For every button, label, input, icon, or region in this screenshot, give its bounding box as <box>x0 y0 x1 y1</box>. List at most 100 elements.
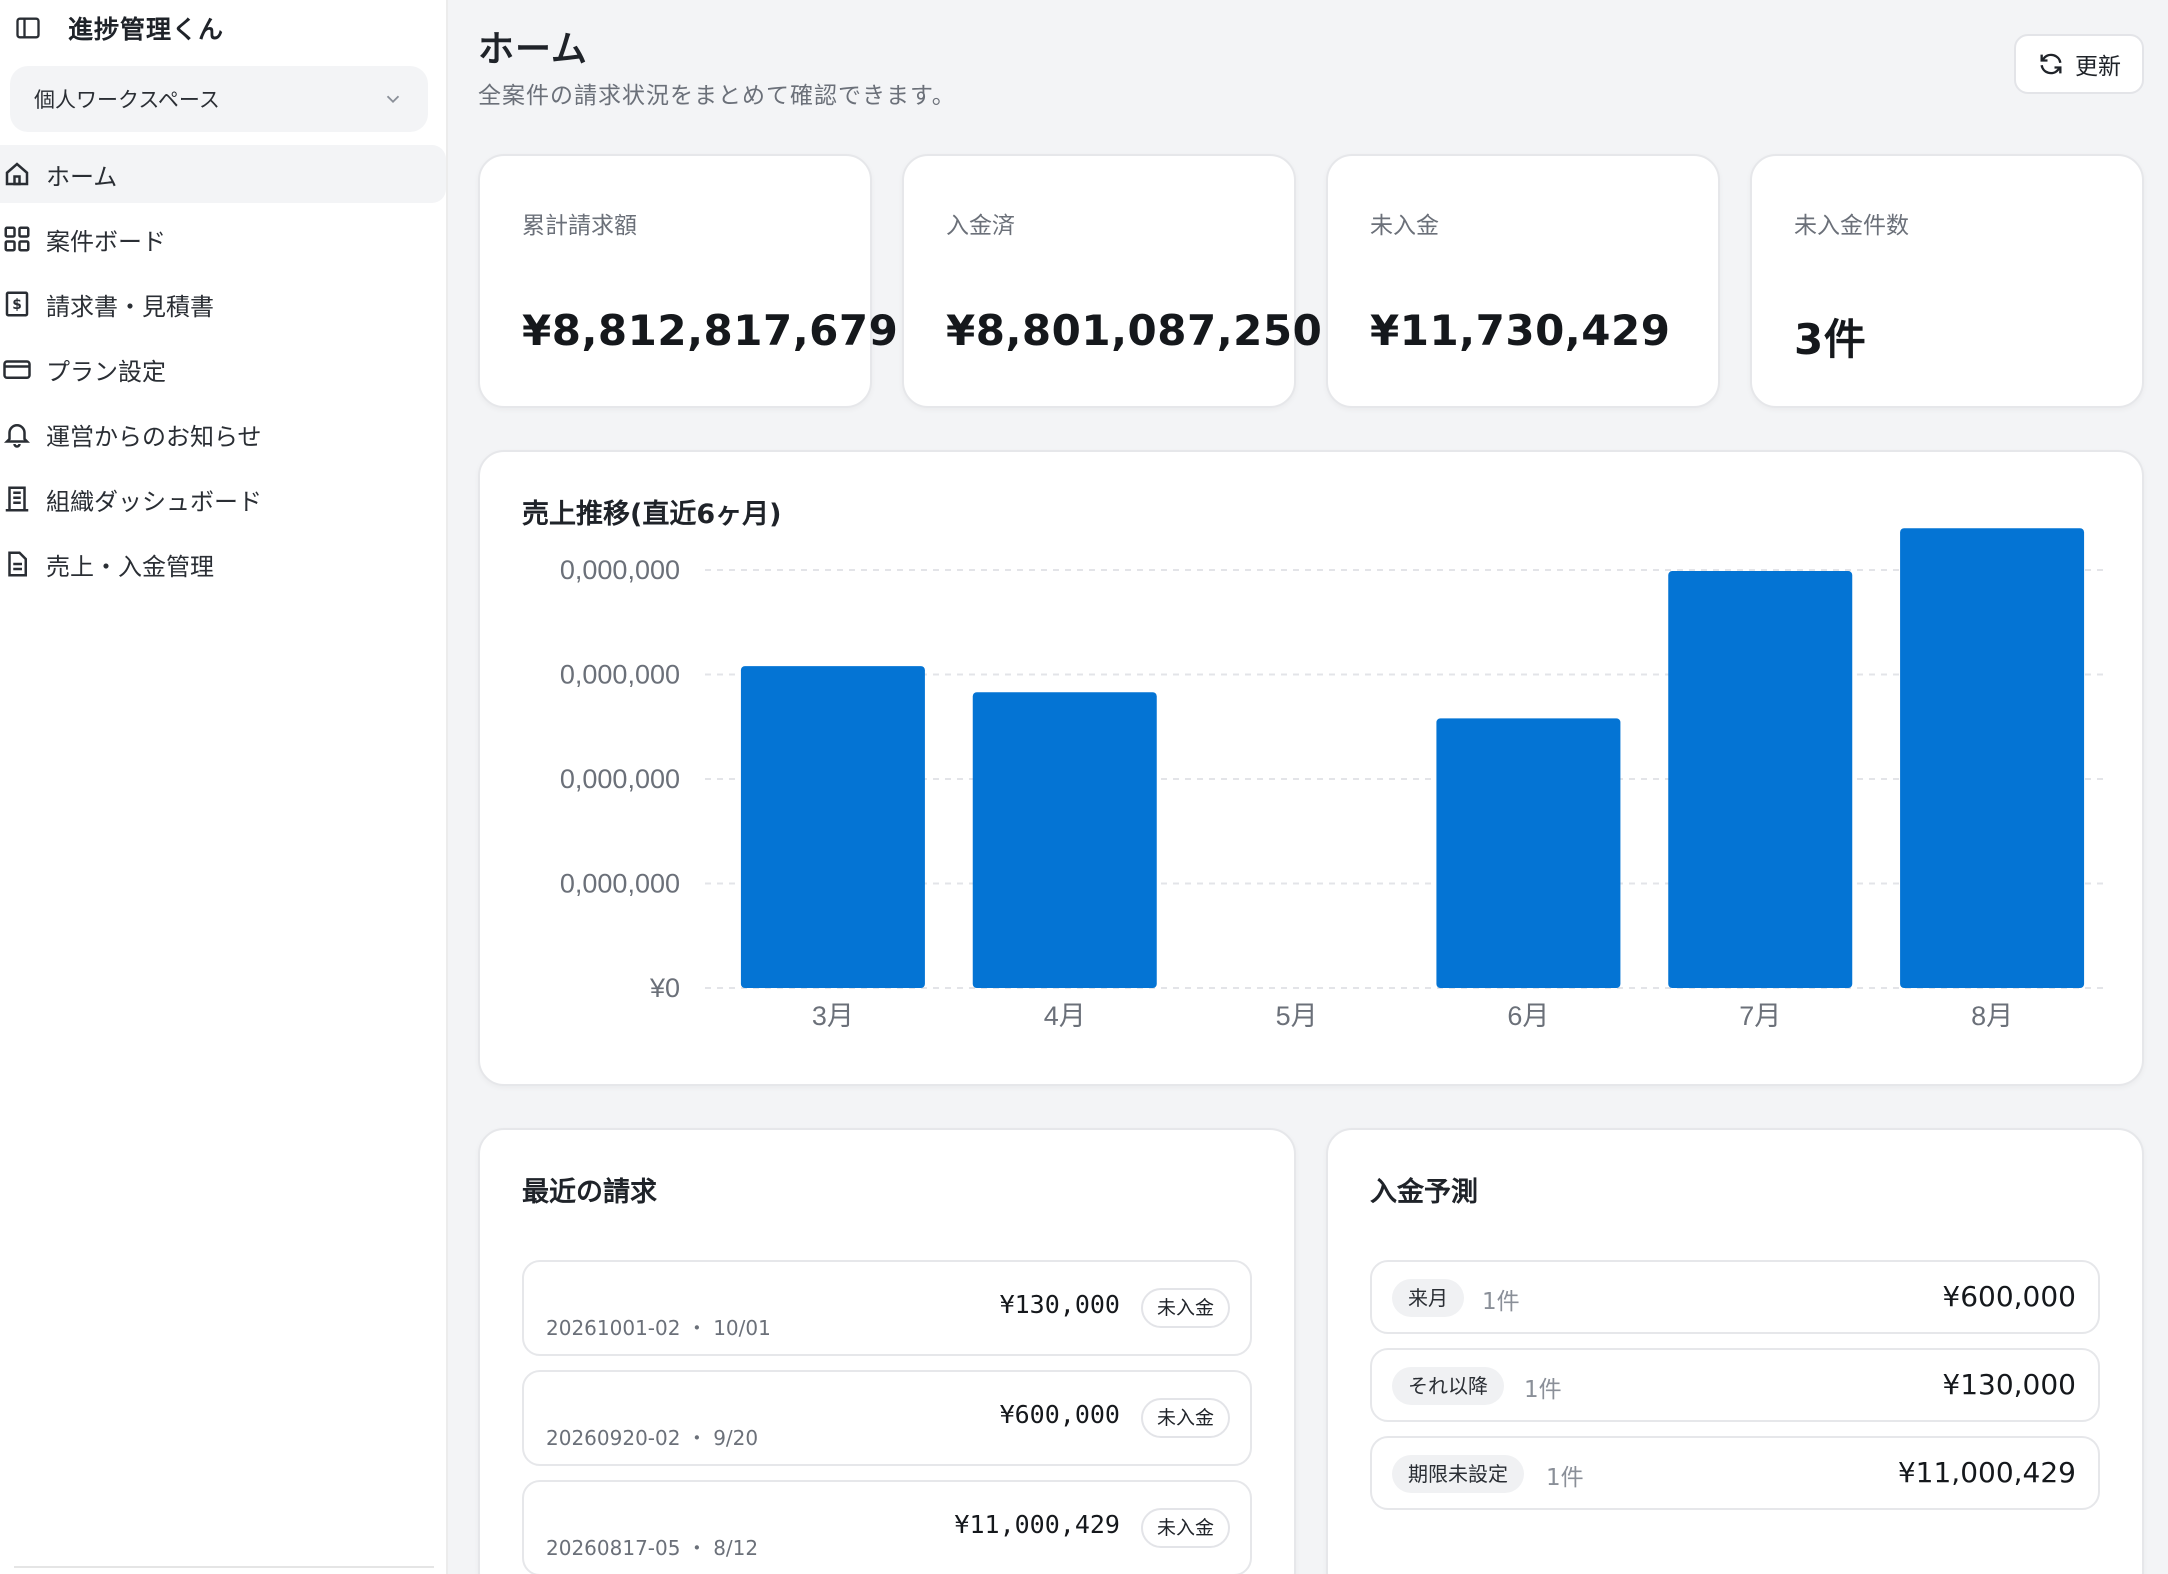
status-badge: 未入金 <box>1140 1288 1230 1328</box>
forecast-row: 来月 1件 ¥600,000 <box>1370 1260 2100 1334</box>
forecast-row: それ以降 1件 ¥130,000 <box>1370 1348 2100 1422</box>
forecast-title: 入金予測 <box>1370 1177 1478 1208</box>
refresh-button[interactable]: 更新 <box>2014 34 2144 94</box>
y-tick-label: ¥0 <box>649 973 680 1003</box>
invoice-amount: ¥11,000,429 <box>954 1510 1120 1539</box>
sidebar-toggle-icon[interactable] <box>14 14 42 42</box>
forecast-row: 期限未設定 1件 ¥11,000,429 <box>1370 1436 2100 1510</box>
stat-label: 累計請求額 <box>522 213 637 239</box>
invoice-date: 9/20 <box>713 1426 759 1450</box>
sidebar-item-label: 請求書・見積書 <box>46 292 214 321</box>
invoice-id: 20260920-02 <box>546 1426 681 1450</box>
stat-card-paid: 入金済 ¥8,801,087,250 <box>902 154 1322 408</box>
app-title: 進捗管理くん <box>68 15 225 44</box>
invoice-amount: ¥130,000 <box>999 1290 1120 1319</box>
y-tick-label: 0,000,000 <box>560 869 680 899</box>
sidebar-item-news[interactable]: 運営からのお知らせ <box>0 405 446 463</box>
page-subtitle: 全案件の請求状況をまとめて確認できます。 <box>478 83 956 109</box>
x-tick-label: 4月 <box>1044 1001 1086 1031</box>
invoice-date: 10/01 <box>713 1316 771 1340</box>
refresh-label: 更新 <box>2075 54 2121 80</box>
x-tick-label: 8月 <box>1971 1001 2013 1031</box>
sidebar: 進捗管理くん 個人ワークスペース ホーム 案件ボード $ 請求書・見積書 プラン… <box>0 0 448 1574</box>
invoice-row[interactable]: 20261001-02 ・ 10/01 ¥130,000 未入金 <box>522 1260 1252 1356</box>
sidebar-item-plan[interactable]: プラン設定 <box>0 340 446 398</box>
chart-bar[interactable] <box>740 666 925 988</box>
stat-label: 入金済 <box>946 213 1015 239</box>
x-tick-label: 3月 <box>812 1001 854 1031</box>
sidebar-item-board[interactable]: 案件ボード <box>0 210 446 268</box>
invoice-amount: ¥600,000 <box>999 1400 1120 1429</box>
building-icon <box>5 486 29 512</box>
sales-chart-card: 売上推移(直近6ヶ月) ¥0 0,000,000 0,000,000 0,000,00… <box>478 450 2144 1086</box>
page-title: ホーム <box>478 29 588 70</box>
sidebar-item-label: 組織ダッシュボード <box>46 487 262 516</box>
grid-icon <box>4 226 30 252</box>
invoice-date: 8/12 <box>713 1536 759 1560</box>
stat-card-unpaid: 未入金 ¥11,730,429 <box>1326 154 1720 408</box>
chart-bar[interactable] <box>972 692 1157 988</box>
credit-card-icon <box>3 360 31 379</box>
sidebar-item-sales[interactable]: 売上・入金管理 <box>0 535 446 593</box>
y-tick-label: 0,000,000 <box>560 660 680 690</box>
y-tick-label: 0,000,000 <box>560 555 680 585</box>
workspace-select[interactable]: 個人ワークスペース <box>10 66 428 132</box>
x-tick-label: 5月 <box>1276 1001 1318 1031</box>
stat-value: ¥8,812,817,679 <box>522 306 899 355</box>
chart-left-mask <box>480 552 524 1012</box>
payment-forecast-card: 入金予測 来月 1件 ¥600,000 それ以降 1件 ¥130,000 期限未… <box>1326 1128 2144 1574</box>
stat-label: 未入金件数 <box>1794 213 1909 239</box>
x-tick-label: 6月 <box>1507 1001 1549 1031</box>
invoice-meta: 20261001-02 ・ 10/01 <box>546 1316 771 1340</box>
forecast-count: 1件 <box>1524 1377 1562 1403</box>
forecast-count: 1件 <box>1546 1465 1584 1491</box>
sidebar-item-invoices[interactable]: $ 請求書・見積書 <box>0 275 446 333</box>
sidebar-item-org-dashboard[interactable]: 組織ダッシュボード <box>0 470 446 528</box>
sidebar-item-label: 運営からのお知らせ <box>46 422 262 451</box>
stat-card-unpaid-count: 未入金件数 3件 <box>1750 154 2144 408</box>
sales-bar-chart: ¥0 0,000,000 0,000,000 0,000,000 0,000,000 3月… <box>480 528 2106 1031</box>
y-tick-label: 0,000,000 <box>560 764 680 794</box>
stat-value: ¥11,730,429 <box>1370 306 1671 355</box>
recent-invoices-card: 最近の請求 20261001-02 ・ 10/01 ¥130,000 未入金 2… <box>478 1128 1296 1574</box>
sidebar-item-label: プラン設定 <box>46 357 166 386</box>
invoice-id: 20261001-02 <box>546 1316 681 1340</box>
forecast-period-chip: それ以降 <box>1392 1367 1504 1405</box>
status-badge: 未入金 <box>1140 1508 1230 1548</box>
invoice-row[interactable]: 20260920-02 ・ 9/20 ¥600,000 未入金 <box>522 1370 1252 1466</box>
stat-label: 未入金 <box>1370 213 1439 239</box>
bell-icon <box>3 424 31 448</box>
sidebar-item-label: 案件ボード <box>46 227 166 256</box>
chart-bar[interactable] <box>1668 571 1853 988</box>
forecast-amount: ¥600,000 <box>1942 1280 2076 1313</box>
refresh-icon <box>2040 53 2062 75</box>
workspace-label: 個人ワークスペース <box>34 88 220 112</box>
document-icon <box>8 551 27 577</box>
invoice-row[interactable]: 20260817-05 ・ 8/12 ¥11,000,429 未入金 <box>522 1480 1252 1574</box>
chart-bar[interactable] <box>1900 528 2085 988</box>
x-tick-label: 7月 <box>1739 1001 1781 1031</box>
svg-text:$: $ <box>12 297 22 313</box>
forecast-period-chip: 期限未設定 <box>1392 1455 1524 1493</box>
stat-card-total-billed: 累計請求額 ¥8,812,817,679 <box>478 154 898 408</box>
home-icon <box>5 162 29 186</box>
stat-value: ¥8,801,087,250 <box>946 306 1323 355</box>
forecast-count: 1件 <box>1482 1289 1520 1315</box>
sidebar-item-label: ホーム <box>46 162 118 191</box>
app-header: 進捗管理くん <box>14 8 224 48</box>
recent-title: 最近の請求 <box>522 1177 657 1208</box>
sidebar-item-label: 売上・入金管理 <box>46 552 214 581</box>
chart-bar[interactable] <box>1436 718 1621 988</box>
invoice-id: 20260817-05 <box>546 1536 681 1560</box>
stat-value: 3件 <box>1794 315 1867 364</box>
forecast-amount: ¥130,000 <box>1942 1368 2076 1401</box>
invoice-meta: 20260920-02 ・ 9/20 <box>546 1426 759 1450</box>
forecast-amount: ¥11,000,429 <box>1897 1456 2076 1489</box>
invoice-meta: 20260817-05 ・ 8/12 <box>546 1536 759 1560</box>
sidebar-divider <box>14 1566 434 1568</box>
sidebar-item-home[interactable]: ホーム <box>0 145 446 203</box>
invoice-icon: $ <box>5 291 29 317</box>
sidebar-nav: ホーム 案件ボード $ 請求書・見積書 プラン設定 運営からのお知らせ 組織ダッ… <box>0 145 448 600</box>
forecast-period-chip: 来月 <box>1392 1279 1464 1317</box>
chevron-down-icon <box>386 95 400 104</box>
